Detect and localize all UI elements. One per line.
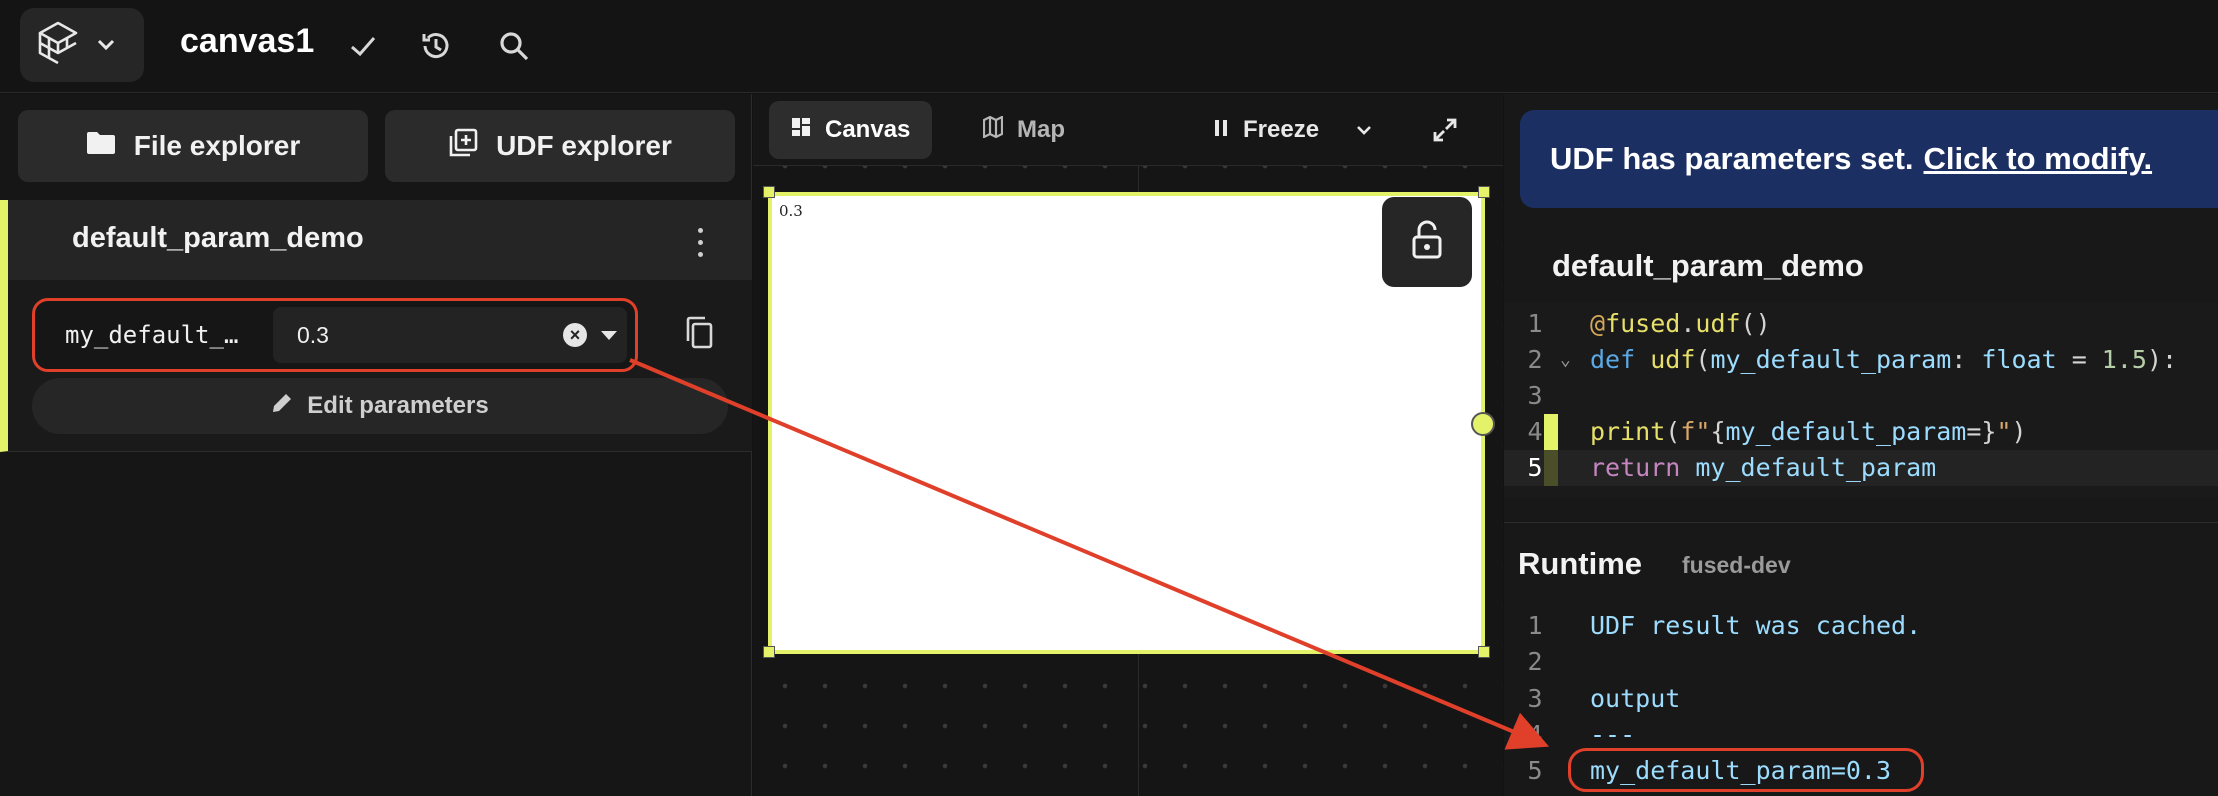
copy-icon[interactable] bbox=[672, 306, 726, 360]
code-line: 3 bbox=[1527, 381, 1543, 410]
unlock-button[interactable] bbox=[1382, 197, 1472, 287]
output-text: 0.3 bbox=[779, 202, 803, 220]
code-line: 2 ⌄ def udf(my_default_param: float = 1.… bbox=[1504, 342, 2218, 378]
expand-icon[interactable] bbox=[1425, 110, 1465, 150]
history-icon[interactable] bbox=[416, 26, 456, 66]
search-icon[interactable] bbox=[494, 26, 534, 66]
resize-handle[interactable] bbox=[763, 186, 775, 198]
freeze-options-chevron-icon[interactable] bbox=[1344, 110, 1384, 150]
clear-icon[interactable]: × bbox=[563, 323, 587, 347]
output-line: 2 bbox=[1527, 647, 1543, 676]
parameter-value: 0.3 bbox=[297, 322, 329, 348]
udf-output-frame[interactable]: 0.3 bbox=[768, 192, 1485, 654]
udf-item-header[interactable]: default_param_demo bbox=[0, 200, 752, 280]
output-highlight-circle bbox=[1568, 748, 1924, 792]
folder-icon bbox=[86, 130, 116, 162]
more-options-icon[interactable] bbox=[686, 224, 714, 260]
resize-handle[interactable] bbox=[763, 646, 775, 658]
divider bbox=[1504, 522, 2218, 523]
top-bar: canvas1 bbox=[0, 0, 2218, 93]
pause-icon bbox=[1213, 116, 1229, 144]
modify-parameters-link[interactable]: Click to modify. bbox=[1924, 141, 2153, 177]
check-icon[interactable] bbox=[343, 26, 383, 66]
canvas-toolbar: Canvas Map Freeze bbox=[753, 94, 1503, 166]
udf-name: default_param_demo bbox=[72, 222, 364, 254]
canvas-panel: Canvas Map Freeze 0.3 bbox=[753, 94, 1503, 796]
freeze-button[interactable]: Freeze bbox=[1191, 101, 1341, 159]
resize-handle[interactable] bbox=[1478, 186, 1490, 198]
output-line: 1 UDF result was cached. bbox=[1527, 611, 1922, 640]
changed-line-marker bbox=[1544, 450, 1558, 486]
code-line: 1 @fused.udf() bbox=[1527, 309, 1771, 338]
add-library-icon bbox=[448, 128, 478, 165]
code-line: 4 print(f"{my_default_param=}") bbox=[1504, 414, 2218, 450]
dropdown-caret-icon[interactable] bbox=[601, 331, 617, 340]
chevron-down-icon bbox=[96, 38, 116, 52]
udf-title: default_param_demo bbox=[1552, 248, 1864, 283]
unlock-icon bbox=[1410, 220, 1444, 265]
app-menu-button[interactable] bbox=[20, 8, 144, 82]
left-panel: File explorer UDF explorer default_param… bbox=[0, 94, 752, 796]
code-editor[interactable]: 1 @fused.udf() 2 ⌄ def udf(my_default_pa… bbox=[1504, 302, 2218, 498]
edit-parameters-button[interactable]: Edit parameters bbox=[32, 378, 728, 434]
parameters-banner: UDF has parameters set. Click to modify. bbox=[1520, 110, 2218, 208]
output-line: 3 output bbox=[1527, 684, 1681, 713]
parameter-name: my_default_… bbox=[65, 321, 239, 349]
map-icon bbox=[982, 114, 1004, 145]
parameter-row: my_default_… 0.3 × bbox=[32, 298, 638, 372]
logo-icon bbox=[32, 19, 84, 71]
changed-line-marker bbox=[1544, 414, 1558, 450]
parameter-value-select[interactable]: 0.3 × bbox=[273, 307, 627, 363]
file-explorer-button[interactable]: File explorer bbox=[18, 110, 368, 182]
fold-chevron-icon[interactable]: ⌄ bbox=[1560, 342, 1571, 378]
connection-handle[interactable] bbox=[1471, 412, 1495, 436]
code-panel: UDF has parameters set. Click to modify.… bbox=[1504, 94, 2218, 796]
tab-canvas[interactable]: Canvas bbox=[769, 101, 933, 159]
runtime-environment: fused-dev bbox=[1682, 552, 1791, 578]
runtime-title: Runtime bbox=[1518, 546, 1642, 581]
page-title: canvas1 bbox=[180, 22, 315, 60]
resize-handle[interactable] bbox=[1478, 646, 1490, 658]
pencil-icon bbox=[271, 392, 293, 421]
dashboard-icon bbox=[791, 116, 811, 144]
tab-map[interactable]: Map bbox=[961, 101, 1087, 159]
udf-explorer-button[interactable]: UDF explorer bbox=[385, 110, 735, 182]
parameters-section: my_default_… 0.3 × Edit parameters bbox=[0, 280, 752, 452]
code-line-active: 5 return my_default_param bbox=[1504, 450, 2218, 486]
